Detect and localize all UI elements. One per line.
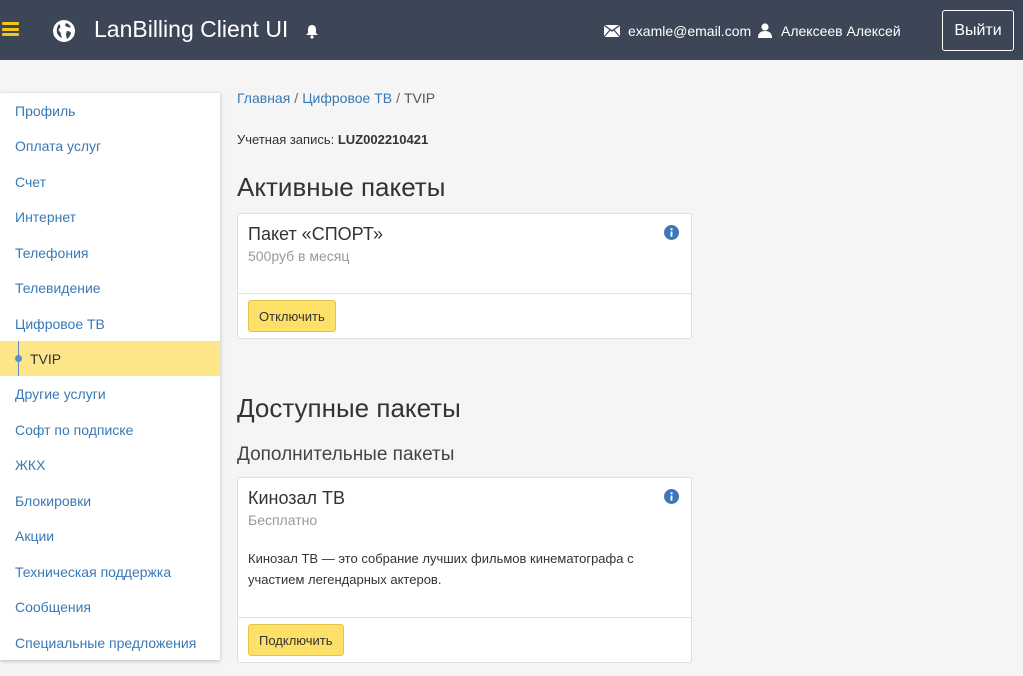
sidebar-item-internet[interactable]: Интернет	[0, 199, 220, 234]
active-indicator-dot	[15, 355, 22, 362]
breadcrumb-digital-tv[interactable]: Цифровое ТВ	[302, 90, 392, 106]
package-title: Пакет «СПОРТ»	[248, 224, 384, 244]
package-title: Кинозал ТВ	[248, 488, 346, 508]
package-card-kinozal: Кинозал ТВ Бесплатно Кинозал ТВ — это со…	[237, 477, 692, 663]
sidebar-item-software[interactable]: Софт по подписке	[0, 412, 220, 447]
info-icon[interactable]	[664, 225, 679, 240]
sidebar-item-blocks[interactable]: Блокировки	[0, 483, 220, 518]
disconnect-button[interactable]: Отключить	[248, 300, 336, 332]
sidebar-item-digital-tv[interactable]: Цифровое ТВ	[0, 306, 220, 341]
sidebar-item-utilities[interactable]: ЖКХ	[0, 447, 220, 482]
breadcrumb-current: TVIP	[403, 90, 436, 106]
breadcrumb-separator: /	[294, 90, 299, 106]
package-card-sport: Пакет «СПОРТ» 500руб в месяц Отключить	[237, 213, 692, 339]
connect-button[interactable]: Подключить	[248, 624, 344, 656]
sidebar-item-special-offers[interactable]: Специальные предложения	[0, 625, 220, 660]
sidebar-item-account[interactable]: Счет	[0, 164, 220, 199]
app-title: LanBilling Client UI	[94, 16, 289, 42]
sidebar-item-television[interactable]: Телевидение	[0, 270, 220, 305]
sidebar-item-promotions[interactable]: Акции	[0, 518, 220, 553]
account-value: LUZ002210421	[337, 132, 429, 147]
package-description: Кинозал ТВ — это собрание лучших фильмов…	[248, 551, 634, 587]
hamburger-icon[interactable]	[2, 22, 19, 36]
user-name[interactable]: Алексеев Алексей	[781, 23, 901, 39]
sidebar-item-support[interactable]: Техническая поддержка	[0, 554, 220, 589]
bell-icon[interactable]	[305, 24, 319, 39]
additional-packages-subtitle: Дополнительные пакеты	[237, 444, 455, 465]
package-price: 500руб в месяц	[248, 248, 350, 264]
sidebar-nav: Профиль Оплата услуг Счет Интернет Телеф…	[0, 93, 220, 660]
account-info: Учетная запись: LUZ002210421	[237, 132, 428, 147]
user-icon	[758, 23, 772, 38]
sidebar-item-payment[interactable]: Оплата услуг	[0, 128, 220, 163]
sidebar-item-messages[interactable]: Сообщения	[0, 589, 220, 624]
info-icon[interactable]	[664, 489, 679, 504]
sidebar-item-other-services[interactable]: Другие услуги	[0, 376, 220, 411]
sidebar-item-label: TVIP	[30, 350, 62, 367]
logout-button[interactable]: Выйти	[942, 10, 1014, 51]
envelope-icon	[604, 25, 620, 37]
account-label: Учетная запись:	[237, 132, 335, 147]
active-packages-title: Активные пакеты	[237, 172, 446, 202]
available-packages-title: Доступные пакеты	[237, 393, 461, 423]
package-price: Бесплатно	[248, 512, 318, 528]
card-footer: Отключить	[238, 293, 691, 338]
breadcrumb-home[interactable]: Главная	[237, 90, 290, 106]
sidebar-item-tvip[interactable]: TVIP	[0, 341, 220, 376]
sidebar-item-profile[interactable]: Профиль	[0, 93, 220, 128]
globe-icon	[53, 20, 75, 42]
breadcrumb: Главная / Цифровое ТВ / TVIP	[237, 90, 435, 106]
sidebar-item-telephony[interactable]: Телефония	[0, 235, 220, 270]
breadcrumb-separator: /	[396, 90, 400, 106]
user-email: examle@email.com	[628, 23, 752, 39]
card-footer: Подключить	[238, 617, 691, 662]
top-header: LanBilling Client UI examle@email.com Ал…	[0, 0, 1023, 60]
